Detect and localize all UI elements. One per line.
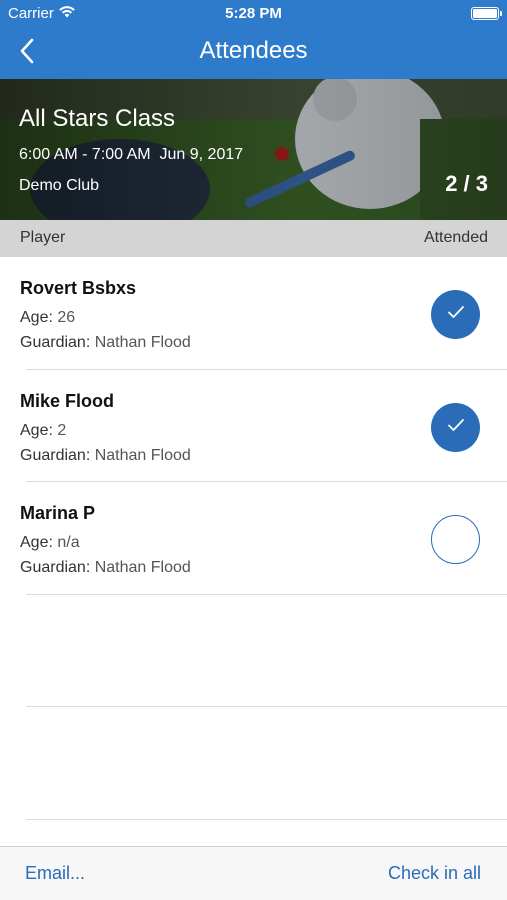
bottom-toolbar: Email... Check in all	[0, 846, 507, 900]
empty-row	[0, 595, 507, 707]
class-club: Demo Club	[19, 177, 100, 194]
guardian-value: Nathan Flood	[94, 559, 191, 576]
class-name: All Stars Class	[19, 105, 176, 132]
attended-toggle[interactable]	[431, 290, 480, 339]
player-guardian: Guardian: Nathan Flood	[20, 447, 191, 465]
player-age: Age: n/a	[20, 534, 80, 552]
guardian-label: Guardian:	[20, 334, 91, 351]
age-label: Age:	[20, 309, 53, 326]
attended-toggle[interactable]	[431, 515, 480, 564]
top-bar: Carrier 5:28 PM Attendees	[0, 0, 507, 79]
class-time: 6:00 AM - 7:00 AM Jun 9, 2017	[19, 146, 244, 163]
age-value: n/a	[57, 534, 80, 551]
email-button[interactable]: Email...	[25, 863, 85, 884]
battery-icon	[471, 7, 502, 20]
empty-row	[0, 707, 507, 820]
list-item[interactable]: Mike Flood Age: 2 Guardian: Nathan Flood	[0, 370, 507, 482]
status-time: 5:28 PM	[225, 5, 282, 22]
player-age: Age: 2	[20, 422, 66, 440]
attendee-list: Rovert Bsbxs Age: 26 Guardian: Nathan Fl…	[0, 257, 507, 820]
column-attended: Attended	[423, 229, 488, 246]
list-item[interactable]: Rovert Bsbxs Age: 26 Guardian: Nathan Fl…	[0, 257, 507, 370]
age-label: Age:	[20, 421, 53, 439]
player-name: Marina P	[20, 503, 96, 523]
player-name: Mike Flood	[20, 390, 114, 411]
player-guardian: Guardian: Nathan Flood	[20, 559, 191, 577]
class-banner: All Stars Class 6:00 AM - 7:00 AM Jun 9,…	[0, 79, 507, 220]
status-bar: Carrier 5:28 PM	[0, 0, 507, 28]
player-name: Rovert Bsbxs	[20, 278, 137, 298]
navigation-bar: Attendees	[0, 28, 507, 79]
page-title: Attendees	[199, 37, 308, 64]
column-header: Player Attended	[0, 220, 507, 257]
checkmark-icon	[447, 305, 465, 324]
age-label: Age:	[20, 534, 53, 551]
player-guardian: Guardian: Nathan Flood	[20, 334, 191, 352]
column-player: Player	[20, 229, 66, 246]
player-age: Age: 26	[20, 309, 75, 327]
age-value: 26	[57, 309, 76, 326]
attended-toggle[interactable]	[431, 402, 480, 452]
guardian-value: Nathan Flood	[94, 446, 191, 464]
row-divider	[26, 818, 507, 820]
guardian-value: Nathan Flood	[94, 334, 191, 351]
checkmark-icon	[447, 418, 465, 437]
attendance-count: 2 / 3	[445, 171, 488, 196]
list-item[interactable]: Marina P Age: n/a Guardian: Nathan Flood	[0, 482, 507, 595]
check-in-all-button[interactable]: Check in all	[388, 863, 481, 884]
guardian-label: Guardian:	[20, 446, 91, 464]
guardian-label: Guardian:	[20, 559, 91, 576]
age-value: 2	[57, 421, 67, 439]
